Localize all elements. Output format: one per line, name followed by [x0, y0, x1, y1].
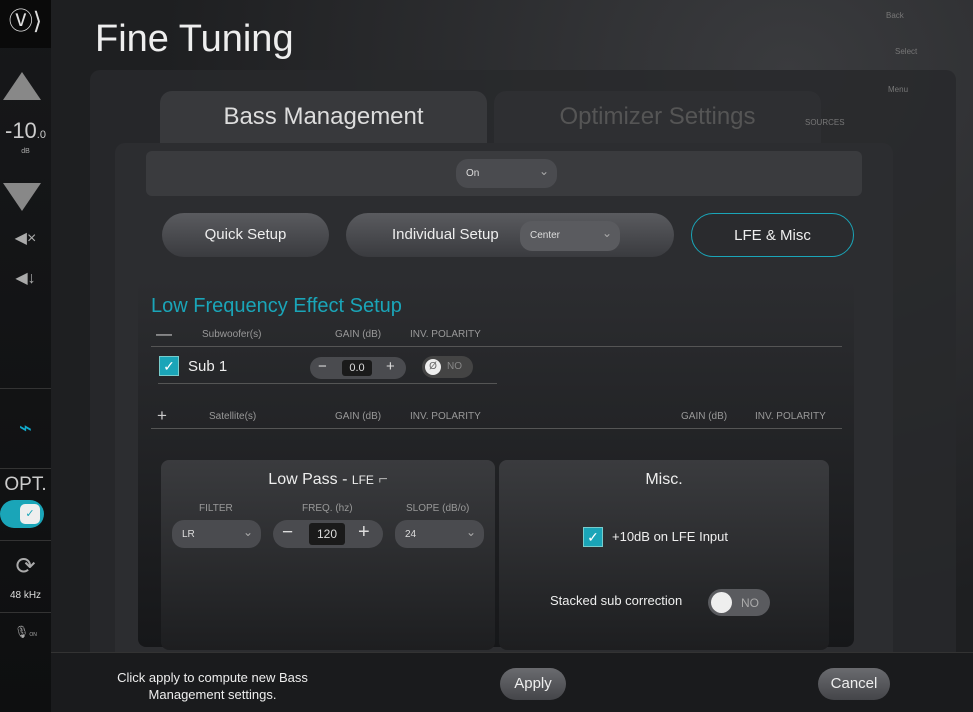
- col-sat-polarity-2: INV. POLARITY: [755, 411, 826, 422]
- slope-select[interactable]: 24: [395, 517, 484, 548]
- input-toggle[interactable]: ✓: [0, 500, 44, 528]
- sidebar: Ⓥ⟩ -10.0 dB ◀× ◀↓ ⌁ OPT. ✓ ⟳ 48 kHz 🎙ON: [0, 0, 51, 712]
- col-gain: GAIN (dB): [335, 329, 382, 340]
- mute-icon[interactable]: ◀×: [0, 228, 51, 248]
- stacked-sub-toggle[interactable]: NO: [708, 589, 770, 616]
- slope-label: SLOPE (dB/o): [406, 503, 470, 514]
- volume-down-button[interactable]: [3, 183, 41, 211]
- bg-select: Select: [895, 47, 918, 56]
- individual-setup-label: Individual Setup: [392, 226, 499, 243]
- optical-cable-icon: ⌁: [18, 415, 33, 440]
- lfe-boost-checkbox[interactable]: ✓: [583, 527, 603, 547]
- filter-label: FILTER: [199, 503, 233, 514]
- speaker-select[interactable]: Center: [520, 218, 620, 251]
- mode-select[interactable]: On: [456, 156, 557, 188]
- stacked-sub-label: Stacked sub correction: [550, 593, 683, 608]
- volume-lower-icon[interactable]: ◀↓: [0, 268, 51, 288]
- add-satellite-button[interactable]: +: [157, 406, 167, 426]
- page-title: Fine Tuning: [95, 18, 294, 60]
- sub1-gain-value[interactable]: 0.0: [342, 360, 372, 376]
- microphone-icon: 🎙ON: [14, 625, 37, 639]
- footer-message: Click apply to compute new Bass Manageme…: [117, 670, 308, 702]
- volume-value: -10: [5, 118, 37, 143]
- low-pass-title: Low Pass - LFE ⌐: [268, 471, 388, 488]
- bg-sources: SOURCES: [805, 118, 845, 127]
- freq-label: FREQ. (hz): [302, 503, 353, 514]
- quick-setup-button[interactable]: Quick Setup: [162, 213, 329, 257]
- decrease-icon[interactable]: −: [282, 522, 293, 544]
- sub1-name: Sub 1: [188, 358, 228, 375]
- apply-button[interactable]: Apply: [500, 668, 566, 700]
- sync-icon: ⟳: [15, 553, 36, 580]
- lfe-heading: Low Frequency Effect Setup: [151, 295, 402, 317]
- filter-select[interactable]: LR: [172, 517, 261, 548]
- sub1-polarity-value: NO: [447, 361, 462, 372]
- misc-title: Misc.: [645, 471, 683, 488]
- lfe-misc-button[interactable]: LFE & Misc: [691, 213, 854, 257]
- sub1-gain-stepper[interactable]: − 0.0 +: [310, 357, 406, 379]
- freq-value[interactable]: 120: [309, 523, 345, 545]
- decrease-icon[interactable]: −: [318, 358, 327, 375]
- increase-icon[interactable]: +: [358, 521, 370, 544]
- cancel-button[interactable]: Cancel: [818, 668, 890, 700]
- col-sat-gain: GAIN (dB): [335, 411, 382, 422]
- logo-icon[interactable]: Ⓥ⟩: [0, 0, 51, 48]
- input-label: OPT.: [4, 474, 47, 495]
- freq-stepper[interactable]: − 120 +: [273, 520, 383, 548]
- col-polarity: INV. POLARITY: [410, 329, 481, 340]
- col-subwoofers: Subwoofer(s): [202, 329, 262, 340]
- stacked-sub-value: NO: [741, 596, 759, 610]
- sub1-checkbox[interactable]: ✓: [159, 356, 179, 376]
- bg-back: Back: [886, 11, 904, 20]
- bg-menu: Menu: [888, 85, 909, 94]
- sample-rate: 48 kHz: [9, 590, 42, 601]
- individual-setup-button[interactable]: Individual Setup: [346, 213, 674, 257]
- tab-optimizer-settings[interactable]: Optimizer Settings: [494, 91, 821, 151]
- col-sat-polarity: INV. POLARITY: [410, 411, 481, 422]
- tab-bass-management[interactable]: Bass Management: [160, 91, 487, 151]
- col-satellites: Satellite(s): [209, 411, 257, 422]
- low-pass-curve-icon: ⌐: [378, 471, 388, 488]
- volume-up-button[interactable]: [3, 72, 41, 100]
- volume-unit: dB: [21, 148, 30, 155]
- volume-decimal: .0: [36, 129, 46, 141]
- lfe-boost-label: +10dB on LFE Input: [612, 529, 729, 544]
- col-sat-gain-2: GAIN (dB): [681, 411, 728, 422]
- collapse-subwoofers-button[interactable]: —: [156, 326, 172, 344]
- increase-icon[interactable]: +: [386, 358, 395, 375]
- polarity-icon: Ø: [425, 359, 441, 375]
- sub1-polarity-toggle[interactable]: Ø NO: [422, 356, 473, 378]
